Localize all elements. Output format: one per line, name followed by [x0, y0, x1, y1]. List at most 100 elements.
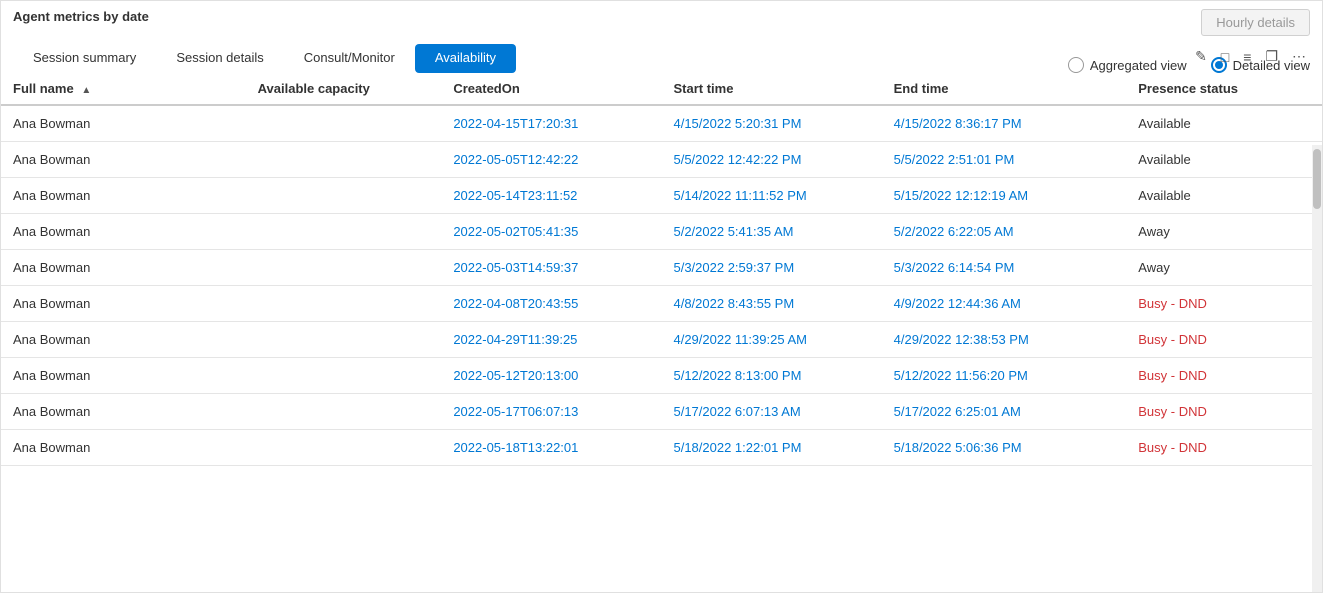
cell-full-name: Ana Bowman — [1, 250, 246, 286]
cell-full-name: Ana Bowman — [1, 105, 246, 142]
cell-end-time: 5/15/2022 12:12:19 AM — [882, 178, 1127, 214]
cell-created-on: 2022-04-15T17:20:31 — [441, 105, 661, 142]
cell-start-time: 5/3/2022 2:59:37 PM — [661, 250, 881, 286]
more-icon[interactable]: ⋯ — [1288, 46, 1310, 67]
cell-start-time: 4/29/2022 11:39:25 AM — [661, 322, 881, 358]
aggregated-view-label: Aggregated view — [1090, 58, 1187, 73]
copy-icon[interactable]: □ — [1217, 47, 1233, 67]
cell-available-capacity — [246, 394, 442, 430]
cell-available-capacity — [246, 105, 442, 142]
table-row: Ana Bowman 2022-04-08T20:43:55 4/8/2022 … — [1, 286, 1322, 322]
cell-created-on: 2022-05-14T23:11:52 — [441, 178, 661, 214]
cell-start-time: 4/8/2022 8:43:55 PM — [661, 286, 881, 322]
cell-created-on: 2022-05-03T14:59:37 — [441, 250, 661, 286]
filter-icon[interactable]: ≡ — [1239, 47, 1255, 67]
cell-end-time: 4/15/2022 8:36:17 PM — [882, 105, 1127, 142]
cell-presence-status: Busy - DND — [1126, 286, 1322, 322]
cell-presence-status: Available — [1126, 105, 1322, 142]
cell-available-capacity — [246, 358, 442, 394]
col-end-time[interactable]: End time — [882, 73, 1127, 105]
cell-presence-status: Busy - DND — [1126, 322, 1322, 358]
table-row: Ana Bowman 2022-04-15T17:20:31 4/15/2022… — [1, 105, 1322, 142]
top-bar: Agent metrics by date Session summary Se… — [1, 1, 1322, 73]
col-available-capacity[interactable]: Available capacity — [246, 73, 442, 105]
cell-available-capacity — [246, 250, 442, 286]
cell-presence-status: Away — [1126, 250, 1322, 286]
cell-created-on: 2022-05-12T20:13:00 — [441, 358, 661, 394]
cell-available-capacity — [246, 322, 442, 358]
toolbar-icons: ✎ □ ≡ ❐ ⋯ — [1191, 46, 1310, 67]
cell-start-time: 5/14/2022 11:11:52 PM — [661, 178, 881, 214]
table-row: Ana Bowman 2022-05-03T14:59:37 5/3/2022 … — [1, 250, 1322, 286]
cell-created-on: 2022-04-29T11:39:25 — [441, 322, 661, 358]
cell-end-time: 5/17/2022 6:25:01 AM — [882, 394, 1127, 430]
sort-arrow-icon: ▲ — [81, 85, 91, 96]
cell-end-time: 5/2/2022 6:22:05 AM — [882, 214, 1127, 250]
table-row: Ana Bowman 2022-05-18T13:22:01 5/18/2022… — [1, 430, 1322, 466]
table-row: Ana Bowman 2022-05-05T12:42:22 5/5/2022 … — [1, 142, 1322, 178]
cell-created-on: 2022-05-17T06:07:13 — [441, 394, 661, 430]
tab-session-details[interactable]: Session details — [156, 44, 283, 73]
cell-created-on: 2022-04-08T20:43:55 — [441, 286, 661, 322]
cell-end-time: 5/18/2022 5:06:36 PM — [882, 430, 1127, 466]
cell-full-name: Ana Bowman — [1, 178, 246, 214]
cell-end-time: 4/9/2022 12:44:36 AM — [882, 286, 1127, 322]
col-presence-status[interactable]: Presence status — [1126, 73, 1322, 105]
cell-full-name: Ana Bowman — [1, 430, 246, 466]
cell-full-name: Ana Bowman — [1, 286, 246, 322]
expand-icon[interactable]: ❐ — [1261, 46, 1282, 67]
cell-full-name: Ana Bowman — [1, 394, 246, 430]
cell-available-capacity — [246, 178, 442, 214]
hourly-details-button[interactable]: Hourly details — [1201, 9, 1310, 36]
cell-end-time: 5/3/2022 6:14:54 PM — [882, 250, 1127, 286]
cell-created-on: 2022-05-05T12:42:22 — [441, 142, 661, 178]
aggregated-view-radio[interactable] — [1068, 57, 1084, 73]
cell-start-time: 5/18/2022 1:22:01 PM — [661, 430, 881, 466]
cell-full-name: Ana Bowman — [1, 214, 246, 250]
cell-available-capacity — [246, 142, 442, 178]
cell-created-on: 2022-05-18T13:22:01 — [441, 430, 661, 466]
cell-created-on: 2022-05-02T05:41:35 — [441, 214, 661, 250]
cell-available-capacity — [246, 286, 442, 322]
cell-presence-status: Busy - DND — [1126, 430, 1322, 466]
tab-availability[interactable]: Availability — [415, 44, 516, 73]
cell-start-time: 5/5/2022 12:42:22 PM — [661, 142, 881, 178]
table-row: Ana Bowman 2022-05-17T06:07:13 5/17/2022… — [1, 394, 1322, 430]
table-row: Ana Bowman 2022-05-02T05:41:35 5/2/2022 … — [1, 214, 1322, 250]
table-body: Ana Bowman 2022-04-15T17:20:31 4/15/2022… — [1, 105, 1322, 466]
cell-start-time: 4/15/2022 5:20:31 PM — [661, 105, 881, 142]
table-header-row: Full name ▲ Available capacity CreatedOn… — [1, 73, 1322, 105]
col-created-on[interactable]: CreatedOn — [441, 73, 661, 105]
cell-presence-status: Away — [1126, 214, 1322, 250]
data-table: Full name ▲ Available capacity CreatedOn… — [1, 73, 1322, 466]
cell-presence-status: Available — [1126, 178, 1322, 214]
tabs-container: Session summary Session details Consult/… — [13, 44, 516, 73]
cell-end-time: 5/5/2022 2:51:01 PM — [882, 142, 1127, 178]
col-start-time[interactable]: Start time — [661, 73, 881, 105]
cell-presence-status: Busy - DND — [1126, 394, 1322, 430]
table-row: Ana Bowman 2022-05-12T20:13:00 5/12/2022… — [1, 358, 1322, 394]
table-row: Ana Bowman 2022-05-14T23:11:52 5/14/2022… — [1, 178, 1322, 214]
cell-presence-status: Available — [1126, 142, 1322, 178]
cell-start-time: 5/2/2022 5:41:35 AM — [661, 214, 881, 250]
cell-full-name: Ana Bowman — [1, 322, 246, 358]
tab-session-summary[interactable]: Session summary — [13, 44, 156, 73]
table-row: Ana Bowman 2022-04-29T11:39:25 4/29/2022… — [1, 322, 1322, 358]
aggregated-view-option[interactable]: Aggregated view — [1068, 57, 1187, 73]
tab-consult-monitor[interactable]: Consult/Monitor — [284, 44, 415, 73]
cell-presence-status: Busy - DND — [1126, 358, 1322, 394]
scrollbar-thumb[interactable] — [1313, 149, 1321, 209]
cell-full-name: Ana Bowman — [1, 142, 246, 178]
edit-icon[interactable]: ✎ — [1191, 46, 1211, 67]
cell-full-name: Ana Bowman — [1, 358, 246, 394]
table-wrapper: Full name ▲ Available capacity CreatedOn… — [1, 73, 1322, 592]
col-full-name[interactable]: Full name ▲ — [1, 73, 246, 105]
cell-end-time: 5/12/2022 11:56:20 PM — [882, 358, 1127, 394]
cell-available-capacity — [246, 430, 442, 466]
page-container: Agent metrics by date Session summary Se… — [0, 0, 1323, 593]
cell-available-capacity — [246, 214, 442, 250]
scrollbar[interactable] — [1312, 145, 1322, 592]
cell-start-time: 5/17/2022 6:07:13 AM — [661, 394, 881, 430]
page-title: Agent metrics by date — [13, 9, 149, 24]
cell-start-time: 5/12/2022 8:13:00 PM — [661, 358, 881, 394]
